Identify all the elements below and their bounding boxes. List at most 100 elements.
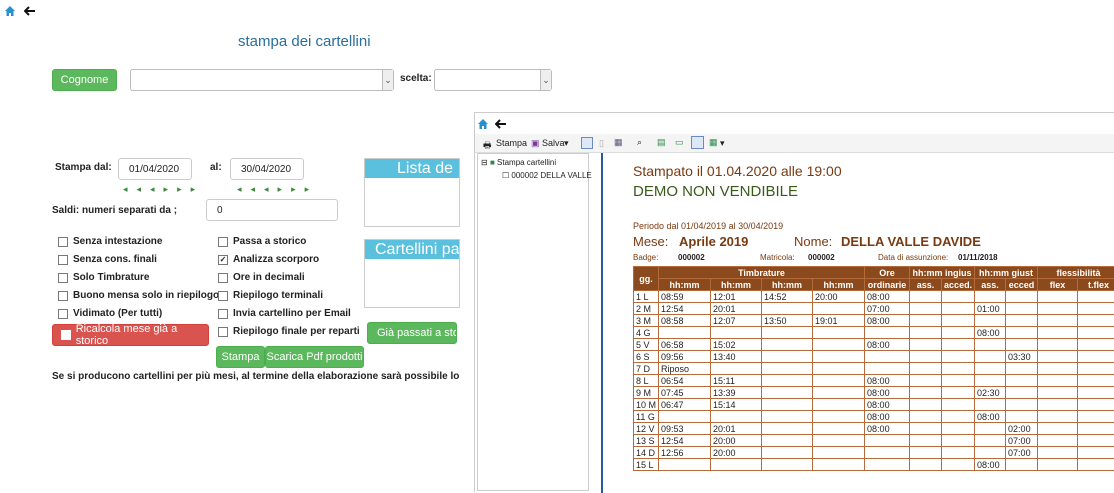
option-checkbox[interactable]: Riepilogo terminali bbox=[218, 290, 323, 301]
grid-icon[interactable]: ▦ bbox=[614, 137, 623, 148]
back-arrow-icon[interactable] bbox=[495, 118, 507, 130]
scarica-pdf-button[interactable]: Scarica Pdf prodotti bbox=[265, 346, 364, 368]
table-cell bbox=[942, 327, 975, 339]
option-checkbox[interactable]: ✓Analizza scorporo bbox=[218, 254, 319, 265]
table-cell: 13:40 bbox=[711, 351, 762, 363]
page-view-icon[interactable]: ▤ bbox=[657, 137, 666, 148]
day-cell: 5 V bbox=[634, 339, 659, 351]
option-checkbox[interactable]: Vidimato (Per tutti) bbox=[58, 308, 162, 319]
table-row: 11 G08:0008:00 bbox=[634, 411, 1114, 423]
chevron-down-icon: ⌄ bbox=[540, 70, 551, 90]
save-icon[interactable]: ▣ bbox=[531, 138, 540, 149]
option-label: Riepilogo finale per reparti bbox=[233, 326, 360, 337]
date-from-nav[interactable]: ◂◂◂▸▸▸ bbox=[123, 184, 204, 195]
layout-toggle-icon[interactable] bbox=[581, 137, 593, 149]
stampa-button[interactable]: Stampa bbox=[216, 346, 265, 368]
checkbox-icon[interactable] bbox=[218, 309, 228, 319]
header-hhmm: hh:mm bbox=[659, 279, 711, 291]
back-arrow-icon[interactable] bbox=[24, 5, 36, 17]
table-cell: 08:00 bbox=[865, 291, 910, 303]
checkbox-icon[interactable] bbox=[218, 273, 228, 283]
cognome-button[interactable]: Cognome bbox=[52, 69, 117, 91]
option-label: Ore in decimali bbox=[233, 272, 305, 283]
table-cell bbox=[865, 459, 910, 471]
table-cell bbox=[1078, 447, 1114, 459]
option-checkbox[interactable]: Buono mensa solo in riepilogo bbox=[58, 290, 219, 301]
date-to-nav[interactable]: ◂◂◂▸▸▸ bbox=[237, 184, 318, 195]
day-cell: 14 D bbox=[634, 447, 659, 459]
table-cell bbox=[975, 363, 1006, 375]
stampa-tool-button[interactable]: Stampa bbox=[496, 138, 527, 148]
checkbox-icon[interactable] bbox=[218, 237, 228, 247]
checkbox-icon[interactable] bbox=[58, 291, 68, 301]
table-cell bbox=[910, 423, 942, 435]
day-cell: 11 G bbox=[634, 411, 659, 423]
table-cell bbox=[813, 351, 865, 363]
table-cell bbox=[942, 339, 975, 351]
table-cell bbox=[942, 291, 975, 303]
checkbox-icon[interactable] bbox=[58, 273, 68, 283]
checkbox-icon[interactable] bbox=[58, 237, 68, 247]
checkbox-icon[interactable] bbox=[218, 291, 228, 301]
header-giust: hh:mm giust bbox=[975, 267, 1038, 279]
multi-page-icon[interactable]: ▦ bbox=[709, 137, 718, 148]
checkbox-icon[interactable] bbox=[58, 309, 68, 319]
date-from-input[interactable]: 01/04/2020 bbox=[118, 158, 192, 180]
header-hhmm: hh:mm bbox=[711, 279, 762, 291]
info-note: Se si producono cartellini per più mesi,… bbox=[52, 371, 462, 382]
option-checkbox[interactable]: Senza cons. finali bbox=[58, 254, 157, 265]
table-cell bbox=[942, 435, 975, 447]
table-cell bbox=[942, 423, 975, 435]
salva-tool-button[interactable]: Salva bbox=[542, 138, 565, 148]
table-cell: 08:00 bbox=[975, 459, 1006, 471]
table-cell bbox=[813, 435, 865, 447]
gia-passati-button[interactable]: Già passati a storic bbox=[367, 322, 457, 344]
table-cell bbox=[1078, 315, 1114, 327]
option-checkbox[interactable]: Ore in decimali bbox=[218, 272, 305, 283]
home-icon[interactable] bbox=[477, 118, 489, 130]
table-cell bbox=[1038, 363, 1078, 375]
checkbox-icon[interactable] bbox=[58, 255, 68, 265]
day-cell: 8 L bbox=[634, 375, 659, 387]
ricalcola-checkbox[interactable] bbox=[61, 330, 71, 340]
option-checkbox[interactable]: Invia cartellino per Email bbox=[218, 308, 351, 319]
table-cell bbox=[865, 351, 910, 363]
printer-icon[interactable]: 🖶 bbox=[483, 138, 492, 154]
table-cell bbox=[813, 459, 865, 471]
cognome-select[interactable]: ⌄ bbox=[130, 69, 394, 91]
table-cell bbox=[975, 447, 1006, 459]
checkbox-icon[interactable] bbox=[218, 327, 228, 337]
table-row: 15 L08:00 bbox=[634, 459, 1114, 471]
stampa-dal-label: Stampa dal: bbox=[55, 162, 112, 173]
tree-child[interactable]: ☐ 000002 DELLA VALLE bbox=[502, 171, 592, 180]
binoculars-icon[interactable]: ⌕ bbox=[637, 137, 642, 148]
header-timbrature: Timbrature bbox=[659, 267, 865, 279]
table-row: 7 DRiposo bbox=[634, 363, 1114, 375]
saldi-input[interactable]: 0 bbox=[206, 199, 338, 221]
table-cell bbox=[1038, 351, 1078, 363]
option-checkbox[interactable]: Solo Timbrature bbox=[58, 272, 150, 283]
ricalcola-button[interactable]: Ricalcola mese già a storico bbox=[52, 324, 209, 346]
table-cell bbox=[1038, 459, 1078, 471]
checked-icon[interactable]: ✓ bbox=[218, 255, 228, 265]
option-checkbox[interactable]: Senza intestazione bbox=[58, 236, 162, 247]
option-checkbox[interactable]: Passa a storico bbox=[218, 236, 306, 247]
page-width-icon[interactable]: ▭ bbox=[675, 137, 684, 148]
chevron-down-icon[interactable]: ▾ bbox=[720, 138, 725, 149]
table-cell bbox=[1006, 315, 1038, 327]
clipboard-icon[interactable]: ▯ bbox=[599, 138, 604, 149]
option-checkbox[interactable]: Riepilogo finale per reparti bbox=[218, 326, 360, 337]
day-cell: 9 M bbox=[634, 387, 659, 399]
fit-page-icon[interactable] bbox=[691, 136, 704, 149]
date-to-input[interactable]: 30/04/2020 bbox=[230, 158, 304, 180]
table-row: 5 V06:5815:0208:00 bbox=[634, 339, 1114, 351]
table-cell bbox=[942, 363, 975, 375]
scelta-select[interactable]: ⌄ bbox=[434, 69, 552, 91]
home-icon[interactable] bbox=[4, 5, 16, 17]
table-cell bbox=[865, 435, 910, 447]
collapse-icon[interactable]: ⊟ bbox=[481, 158, 488, 167]
chevron-down-icon[interactable]: ▾ bbox=[564, 138, 569, 149]
table-row: 3 M08:5812:0713:5019:0108:00 bbox=[634, 315, 1114, 327]
tree-root[interactable]: ⊟ ■ Stampa cartellini bbox=[481, 158, 556, 167]
table-cell: 07:45 bbox=[659, 387, 711, 399]
